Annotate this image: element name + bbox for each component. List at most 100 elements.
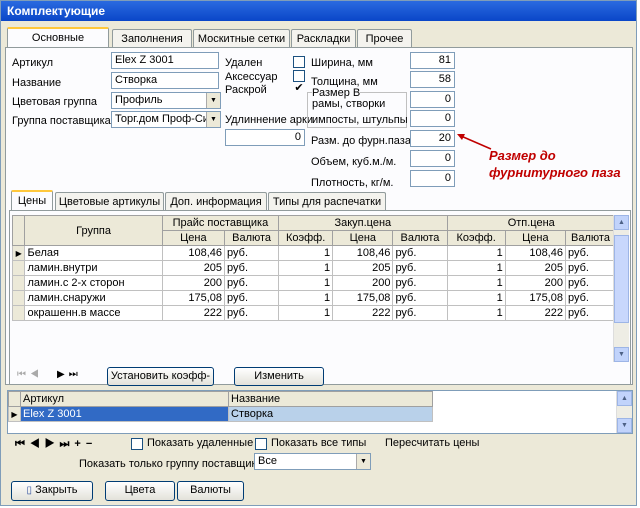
- cell-sale-price[interactable]: 108,46: [504, 245, 566, 261]
- show-all-types-checkbox[interactable]: [255, 438, 267, 450]
- tab-layouts[interactable]: Раскладки: [291, 29, 356, 47]
- tab-fillings[interactable]: Заполнения: [112, 29, 192, 47]
- table-row[interactable]: ламин.снаружи 175,08 руб. 1 175,08 руб. 1 175,0…: [11, 290, 617, 306]
- cell-pur-currency[interactable]: руб.: [392, 275, 448, 291]
- cell-pur-coeff[interactable]: 1: [278, 245, 334, 261]
- change-currency-button[interactable]: Изменить валюту: [234, 367, 324, 399]
- cell-sup-currency[interactable]: руб.: [224, 260, 280, 276]
- cell-sale-currency[interactable]: руб.: [564, 275, 617, 291]
- tab-prices[interactable]: Цены: [11, 190, 53, 211]
- cell-sale-coeff[interactable]: 1: [446, 305, 506, 321]
- recalc-prices-link[interactable]: Пересчитать цены: [385, 437, 479, 449]
- cell-sup-currency[interactable]: руб.: [224, 290, 280, 306]
- tab-print-types[interactable]: Типы для распечатки: [268, 192, 386, 210]
- cell-pur-coeff[interactable]: 1: [278, 275, 334, 291]
- scroll-thumb[interactable]: [614, 235, 629, 323]
- cell-group[interactable]: ламин.внутри: [24, 260, 163, 276]
- list-cell-article[interactable]: Elex Z 3001: [20, 406, 229, 422]
- show-deleted-checkbox[interactable]: [131, 438, 143, 450]
- supplier-filter-select[interactable]: Все ▼: [254, 453, 371, 470]
- cell-sup-currency[interactable]: руб.: [224, 245, 280, 261]
- cell-sale-price[interactable]: 175,08: [504, 290, 566, 306]
- cell-sale-currency[interactable]: руб.: [564, 305, 617, 321]
- extension-input[interactable]: 0: [225, 129, 305, 146]
- table-row[interactable]: ▶ Белая 108,46 руб. 1 108,46 руб. 1 108,46 руб.: [11, 245, 617, 261]
- cell-sale-currency[interactable]: руб.: [564, 260, 617, 276]
- layout-checkbox[interactable]: ✔: [293, 83, 305, 95]
- close-button[interactable]: ▯ Закрыть: [11, 481, 93, 501]
- cell-sup-currency[interactable]: руб.: [224, 275, 280, 291]
- list-row[interactable]: ▶ Elex Z 3001 Створка: [8, 406, 433, 422]
- volume-input[interactable]: 0: [410, 150, 455, 167]
- list-scrollbar[interactable]: ▲ ▼: [616, 391, 632, 433]
- list-table[interactable]: Артикул Название ▶ Elex Z 3001 Створка: [8, 391, 433, 422]
- cell-sup-price[interactable]: 108,46: [161, 245, 226, 261]
- cell-sale-currency[interactable]: руб.: [564, 290, 617, 306]
- list-cell-name[interactable]: Створка: [228, 406, 433, 422]
- scroll-down-icon[interactable]: ▼: [617, 418, 632, 433]
- sash-input[interactable]: 0: [410, 91, 455, 108]
- chevron-down-icon[interactable]: ▼: [356, 454, 370, 469]
- density-input[interactable]: 0: [410, 170, 455, 187]
- cell-pur-currency[interactable]: руб.: [392, 245, 448, 261]
- cell-pur-coeff[interactable]: 1: [278, 305, 334, 321]
- cell-sup-price[interactable]: 222: [161, 305, 226, 321]
- article-input[interactable]: Elex Z 3001: [111, 52, 219, 69]
- mullion-input[interactable]: 0: [410, 110, 455, 127]
- cell-pur-price[interactable]: 205: [332, 260, 394, 276]
- cell-sale-coeff[interactable]: 1: [446, 275, 506, 291]
- table-row[interactable]: ламин.внутри 205 руб. 1 205 руб. 1 205 руб.: [11, 260, 617, 276]
- name-input[interactable]: Створка: [111, 72, 219, 89]
- cell-pur-coeff[interactable]: 1: [278, 260, 334, 276]
- deleted-checkbox[interactable]: [293, 56, 305, 68]
- scroll-up-icon[interactable]: ▲: [614, 215, 629, 230]
- supplier-group-select[interactable]: Торг.дом Проф-Сити ▼: [111, 111, 221, 128]
- scroll-up-icon[interactable]: ▲: [617, 391, 632, 406]
- cell-sale-coeff[interactable]: 1: [446, 260, 506, 276]
- cell-sup-currency[interactable]: руб.: [224, 305, 280, 321]
- table-row[interactable]: окрашенн.в массе 222 руб. 1 222 руб. 1 222 руб.: [11, 305, 617, 321]
- cell-sup-price[interactable]: 200: [161, 275, 226, 291]
- cell-sup-price[interactable]: 175,08: [161, 290, 226, 306]
- cell-pur-coeff[interactable]: 1: [278, 290, 334, 306]
- cell-group[interactable]: ламин.снаружи: [24, 290, 163, 306]
- scroll-down-icon[interactable]: ▼: [614, 347, 629, 362]
- cell-sale-currency[interactable]: руб.: [564, 245, 617, 261]
- cell-pur-currency[interactable]: руб.: [392, 260, 448, 276]
- cell-sale-coeff[interactable]: 1: [446, 290, 506, 306]
- width-input[interactable]: 81: [410, 52, 455, 69]
- tab-mosquito-nets[interactable]: Москитные сетки: [193, 29, 290, 47]
- chevron-down-icon[interactable]: ▼: [206, 93, 220, 108]
- cell-pur-price[interactable]: 222: [332, 305, 394, 321]
- groove-input[interactable]: 20: [410, 130, 455, 147]
- tab-main-profiles[interactable]: Основные профили: [7, 27, 109, 62]
- tab-additional-info[interactable]: Доп. информация: [165, 192, 267, 210]
- cell-pur-price[interactable]: 108,46: [332, 245, 394, 261]
- cell-sale-coeff[interactable]: 1: [446, 245, 506, 261]
- tab-color-articles[interactable]: Цветовые артикулы: [55, 192, 164, 210]
- tab-other[interactable]: Прочее: [357, 29, 412, 47]
- list-nav[interactable]: ⏮◀▶⏭+−: [15, 438, 97, 451]
- cell-pur-currency[interactable]: руб.: [392, 290, 448, 306]
- cell-sale-price[interactable]: 222: [504, 305, 566, 321]
- set-coeffs-button[interactable]: Установить коэфф-ты: [107, 367, 214, 399]
- currencies-button[interactable]: Валюты: [177, 481, 244, 501]
- colors-button[interactable]: Цвета: [105, 481, 175, 501]
- accessory-checkbox[interactable]: [293, 70, 305, 82]
- cell-pur-price[interactable]: 175,08: [332, 290, 394, 306]
- cell-sale-price[interactable]: 205: [504, 260, 566, 276]
- thickness-input[interactable]: 58: [410, 71, 455, 88]
- cell-sale-price[interactable]: 200: [504, 275, 566, 291]
- cell-group[interactable]: Белая: [24, 245, 163, 261]
- table-row[interactable]: ламин.с 2-х сторон 200 руб. 1 200 руб. 1 200 руб…: [11, 275, 617, 291]
- cell-group[interactable]: ламин.с 2-х сторон: [24, 275, 163, 291]
- cell-sup-price[interactable]: 205: [161, 260, 226, 276]
- price-table[interactable]: Группа Прайс поставщика Закуп.цена Отп.ц…: [11, 215, 617, 321]
- cell-pur-price[interactable]: 200: [332, 275, 394, 291]
- cell-group[interactable]: окрашенн.в массе: [24, 305, 163, 321]
- color-group-select[interactable]: Профиль ▼: [111, 92, 221, 109]
- cell-pur-currency[interactable]: руб.: [392, 305, 448, 321]
- record-nav[interactable]: ▶⏭: [57, 369, 82, 380]
- chevron-down-icon[interactable]: ▼: [206, 112, 220, 127]
- price-scrollbar[interactable]: ▲ ▼: [613, 215, 629, 362]
